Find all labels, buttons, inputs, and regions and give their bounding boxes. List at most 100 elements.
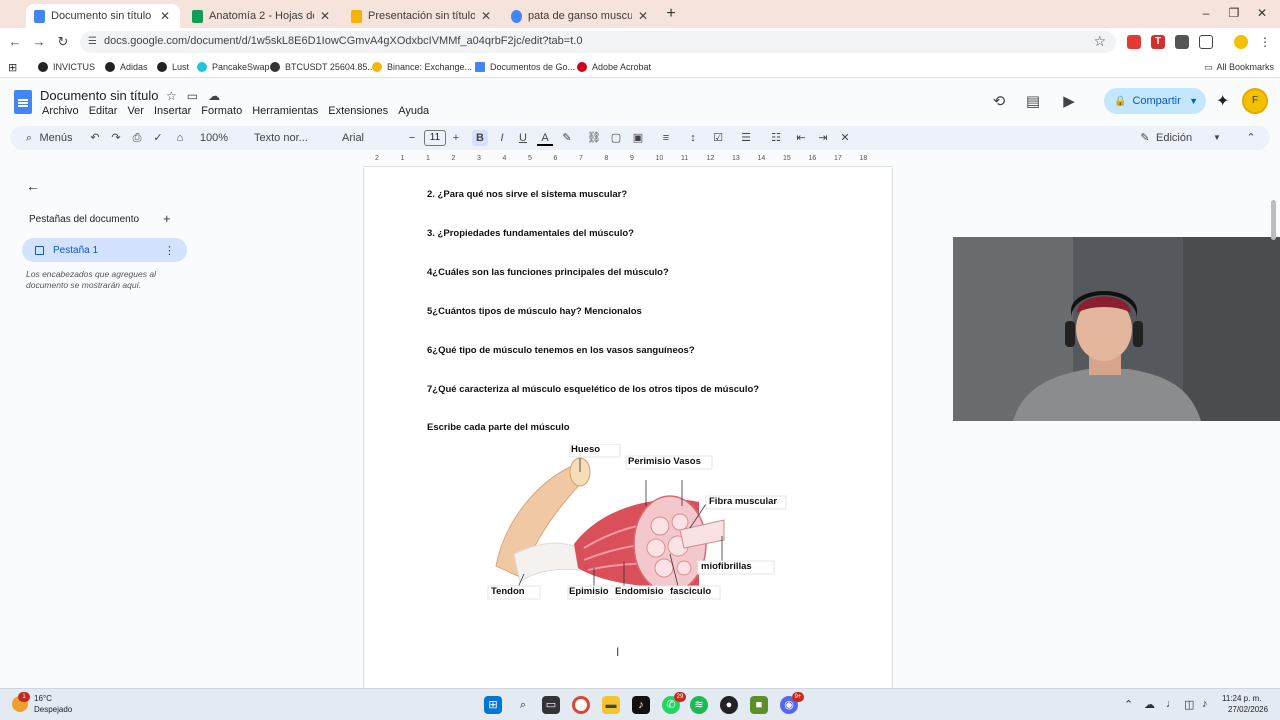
browser-tab[interactable]: pata de ganso musculos - Busc ✕ <box>503 4 658 28</box>
shield-extension-icon[interactable] <box>1175 35 1189 49</box>
question-6[interactable]: 6¿Qué tipo de músculo tenemos en los vas… <box>427 345 695 356</box>
microphone-icon[interactable]: ♩ <box>1166 698 1177 710</box>
restore-icon[interactable]: ❐ <box>1224 6 1244 22</box>
label-fibra-muscular[interactable]: Fibra muscular <box>709 496 777 507</box>
print-icon[interactable]: ⎙ <box>130 130 144 146</box>
paragraph-style-select[interactable]: Texto nor... <box>246 130 316 146</box>
cloud-status-icon[interactable]: ☁ <box>208 89 220 103</box>
underline-icon[interactable]: U <box>515 130 531 146</box>
file-explorer-icon[interactable]: ▬ <box>602 696 620 714</box>
back-arrow-icon[interactable]: ← <box>26 178 40 194</box>
minimize-icon[interactable]: – <box>1196 6 1216 22</box>
weather-description[interactable]: Despejado <box>34 705 72 714</box>
label-perimisio-vasos[interactable]: Perimisio Vasos <box>628 456 701 467</box>
extension-icon[interactable]: T <box>1151 35 1165 49</box>
text-color-icon[interactable]: A <box>537 130 553 146</box>
google-docs-logo-icon[interactable] <box>14 90 32 114</box>
avatar[interactable]: F <box>1242 88 1268 114</box>
question-7[interactable]: 7¿Qué caracteriza al músculo esquelético… <box>427 384 759 395</box>
browser-tab[interactable]: Anatomía 2 - Hojas de cálculo ✕ <box>184 4 340 28</box>
bookmark-star-icon[interactable]: ☆ <box>1093 33 1106 50</box>
version-history-icon[interactable]: ⟲ <box>990 92 1008 110</box>
extensions-puzzle-icon[interactable] <box>1199 35 1213 49</box>
increase-font-size-icon[interactable]: + <box>450 130 462 146</box>
menu-ayuda[interactable]: Ayuda <box>398 105 429 117</box>
bookmark-item[interactable]: Lust <box>157 60 189 74</box>
chevron-down-icon[interactable]: ▼ <box>1189 96 1198 106</box>
chevron-down-icon[interactable]: ▼ <box>1212 130 1222 146</box>
search-icon[interactable]: ⌕ <box>514 696 532 714</box>
link-icon[interactable]: ⛓ <box>586 130 602 146</box>
close-icon[interactable]: ✕ <box>636 9 650 23</box>
scrollbar-thumb[interactable] <box>1271 200 1276 240</box>
highlight-icon[interactable]: ✎ <box>559 130 575 146</box>
network-icon[interactable]: ◫ <box>1184 698 1194 711</box>
document-page[interactable]: 2. ¿Para qué nos sirve el sistema muscul… <box>363 168 893 688</box>
font-size-field[interactable]: 11 <box>424 130 446 146</box>
editing-mode-select[interactable]: Edición <box>1156 130 1206 146</box>
label-fasciculo[interactable]: fasciculo <box>670 586 711 597</box>
meet-video-icon[interactable]: ▶ <box>1060 92 1078 110</box>
undo-icon[interactable]: ↶ <box>88 130 102 146</box>
bookmark-item[interactable]: BTCUSDT 25604.85... <box>270 60 375 74</box>
question-4[interactable]: 4¿Cuáles son las funciones principales d… <box>427 267 669 278</box>
search-icon[interactable]: ⌕ <box>22 130 36 146</box>
hide-menus-icon[interactable]: ⌃ <box>1244 130 1258 146</box>
muscle-anatomy-diagram[interactable]: Hueso Perimisio Vasos Fibra muscular mio… <box>484 443 794 610</box>
redo-icon[interactable]: ↷ <box>109 130 123 146</box>
browser-tab[interactable]: Presentación sin título - Presen ✕ <box>343 4 501 28</box>
checklist-icon[interactable]: ☑ <box>708 130 728 146</box>
question-3[interactable]: 3. ¿Propiedades fundamentales del múscul… <box>427 228 634 239</box>
spellcheck-icon[interactable]: ✓ <box>151 130 165 146</box>
paint-format-icon[interactable]: ⌂ <box>173 130 187 146</box>
decrease-font-size-icon[interactable]: − <box>406 130 418 146</box>
bulleted-list-icon[interactable]: ☰ <box>736 130 756 146</box>
bookmark-item[interactable]: INVICTUS <box>38 60 95 74</box>
tray-chevron-icon[interactable]: ⌃ <box>1124 698 1133 711</box>
url-text[interactable]: docs.google.com/document/d/1w5skL8E6D1Io… <box>104 35 582 47</box>
profile-avatar-icon[interactable] <box>1234 35 1248 49</box>
forward-icon[interactable]: → <box>30 33 48 51</box>
spotify-icon[interactable]: ≋ <box>690 696 708 714</box>
bookmark-item[interactable]: Documentos de Go... <box>475 60 575 74</box>
menu-herramientas[interactable]: Herramientas <box>252 105 318 117</box>
site-info-icon[interactable]: ☰ <box>88 36 100 48</box>
question-2[interactable]: 2. ¿Para qué nos sirve el sistema muscul… <box>427 189 627 200</box>
discord-icon[interactable]: ◉ 9+ <box>780 692 804 714</box>
close-icon[interactable]: ✕ <box>158 9 172 23</box>
label-endomisio[interactable]: Endomisio <box>615 586 664 597</box>
onedrive-cloud-icon[interactable]: ☁ <box>1144 698 1155 711</box>
move-folder-icon[interactable]: ▭ <box>187 89 198 103</box>
windows-start-icon[interactable]: ⊞ <box>484 696 502 714</box>
browser-tab[interactable]: Documento sin título - Docume ✕ <box>26 4 180 28</box>
menu-editar[interactable]: Editar <box>89 105 118 117</box>
obs-icon[interactable]: ● <box>720 696 738 714</box>
tiktok-icon[interactable]: ♪ <box>632 696 650 714</box>
clear-formatting-icon[interactable]: ✕ <box>838 130 852 146</box>
horizontal-ruler[interactable]: 2 1 1 2 3 4 5 6 7 8 9 10 11 12 13 14 15 16 17 18 <box>363 153 893 167</box>
weather-sun-icon[interactable]: 1 <box>12 692 30 712</box>
bookmark-item[interactable]: PancakeSwap <box>197 60 270 74</box>
volume-icon[interactable]: ♪ <box>1202 698 1208 710</box>
line-spacing-icon[interactable]: ↕ <box>684 130 702 146</box>
numbered-list-icon[interactable]: ☷ <box>766 130 786 146</box>
zoom-select[interactable]: 100% <box>194 130 234 146</box>
weather-temperature[interactable]: 16°C <box>34 694 52 703</box>
font-select[interactable]: Arial <box>340 130 390 146</box>
increase-indent-icon[interactable]: ⇥ <box>816 130 830 146</box>
clock-date[interactable]: 27/02/2026 <box>1228 705 1268 714</box>
bookmark-item[interactable]: Adobe Acrobat <box>577 60 651 74</box>
share-button[interactable]: 🔒 Compartir ▼ <box>1104 88 1206 114</box>
bold-icon[interactable]: B <box>472 130 488 146</box>
menu-insertar[interactable]: Insertar <box>154 105 191 117</box>
whatsapp-icon[interactable]: ✆ 29 <box>662 692 686 714</box>
all-bookmarks-button[interactable]: ▭ All Bookmarks <box>1204 60 1274 74</box>
label-tendon[interactable]: Tendon <box>491 586 525 597</box>
label-hueso[interactable]: Hueso <box>571 444 600 455</box>
task-view-icon[interactable]: ▭ <box>542 696 560 714</box>
label-epimisio[interactable]: Epimisio <box>569 586 609 597</box>
bookmark-item[interactable]: Adidas <box>105 60 148 74</box>
menu-archivo[interactable]: Archivo <box>42 105 79 117</box>
extension-icon[interactable] <box>1127 35 1141 49</box>
sidebar-item-tab-1[interactable]: Pestaña 1 ⋮ <box>22 238 187 262</box>
